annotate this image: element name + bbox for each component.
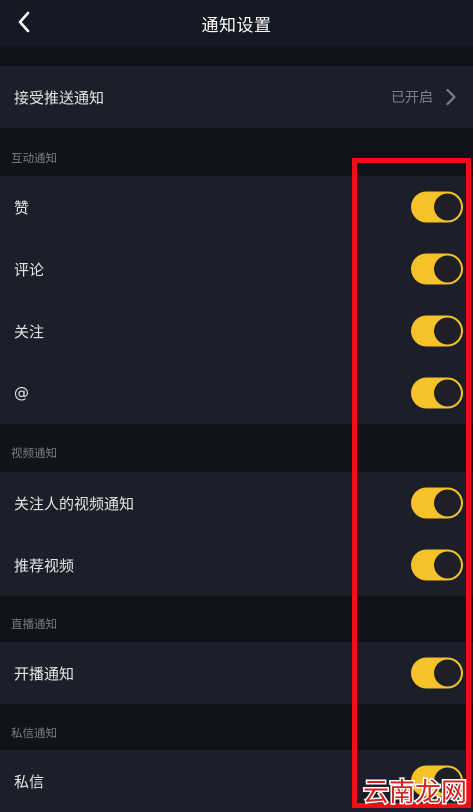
push-notification-status: 已开启 <box>391 90 433 106</box>
row-label: 评论 <box>14 260 45 279</box>
row-label: 推荐视频 <box>14 556 75 575</box>
section-title-live: 直播通知 <box>11 617 57 631</box>
notification-settings-screen: 通知设置 接受推送通知 已开启 互动通知 赞 评论 关注 @ 视频通知 关注人的… <box>0 0 473 812</box>
divider-band <box>0 46 473 66</box>
section-title-message: 私信通知 <box>11 726 57 740</box>
page-title: 通知设置 <box>201 15 272 36</box>
row-label: 关注 <box>14 322 45 341</box>
row-label: 开播通知 <box>14 664 75 683</box>
row-label: 私信 <box>14 772 45 791</box>
top-bar: 通知设置 <box>0 0 473 46</box>
watermark-text: 云南龙网 <box>363 778 467 808</box>
row-label: 赞 <box>14 198 30 217</box>
watermark: 云南龙网 <box>361 777 468 810</box>
chevron-left-icon <box>18 11 30 33</box>
section-title-interaction: 互动通知 <box>11 151 57 165</box>
push-notification-row[interactable]: 接受推送通知 已开启 <box>0 66 473 128</box>
chevron-right-icon <box>443 87 459 107</box>
row-label: 关注人的视频通知 <box>14 494 135 513</box>
section-title-video: 视频通知 <box>11 446 57 460</box>
row-label: @ <box>14 384 29 402</box>
highlight-annotation-box <box>352 158 471 808</box>
push-notification-label: 接受推送通知 <box>14 88 105 107</box>
back-button[interactable] <box>8 6 40 38</box>
